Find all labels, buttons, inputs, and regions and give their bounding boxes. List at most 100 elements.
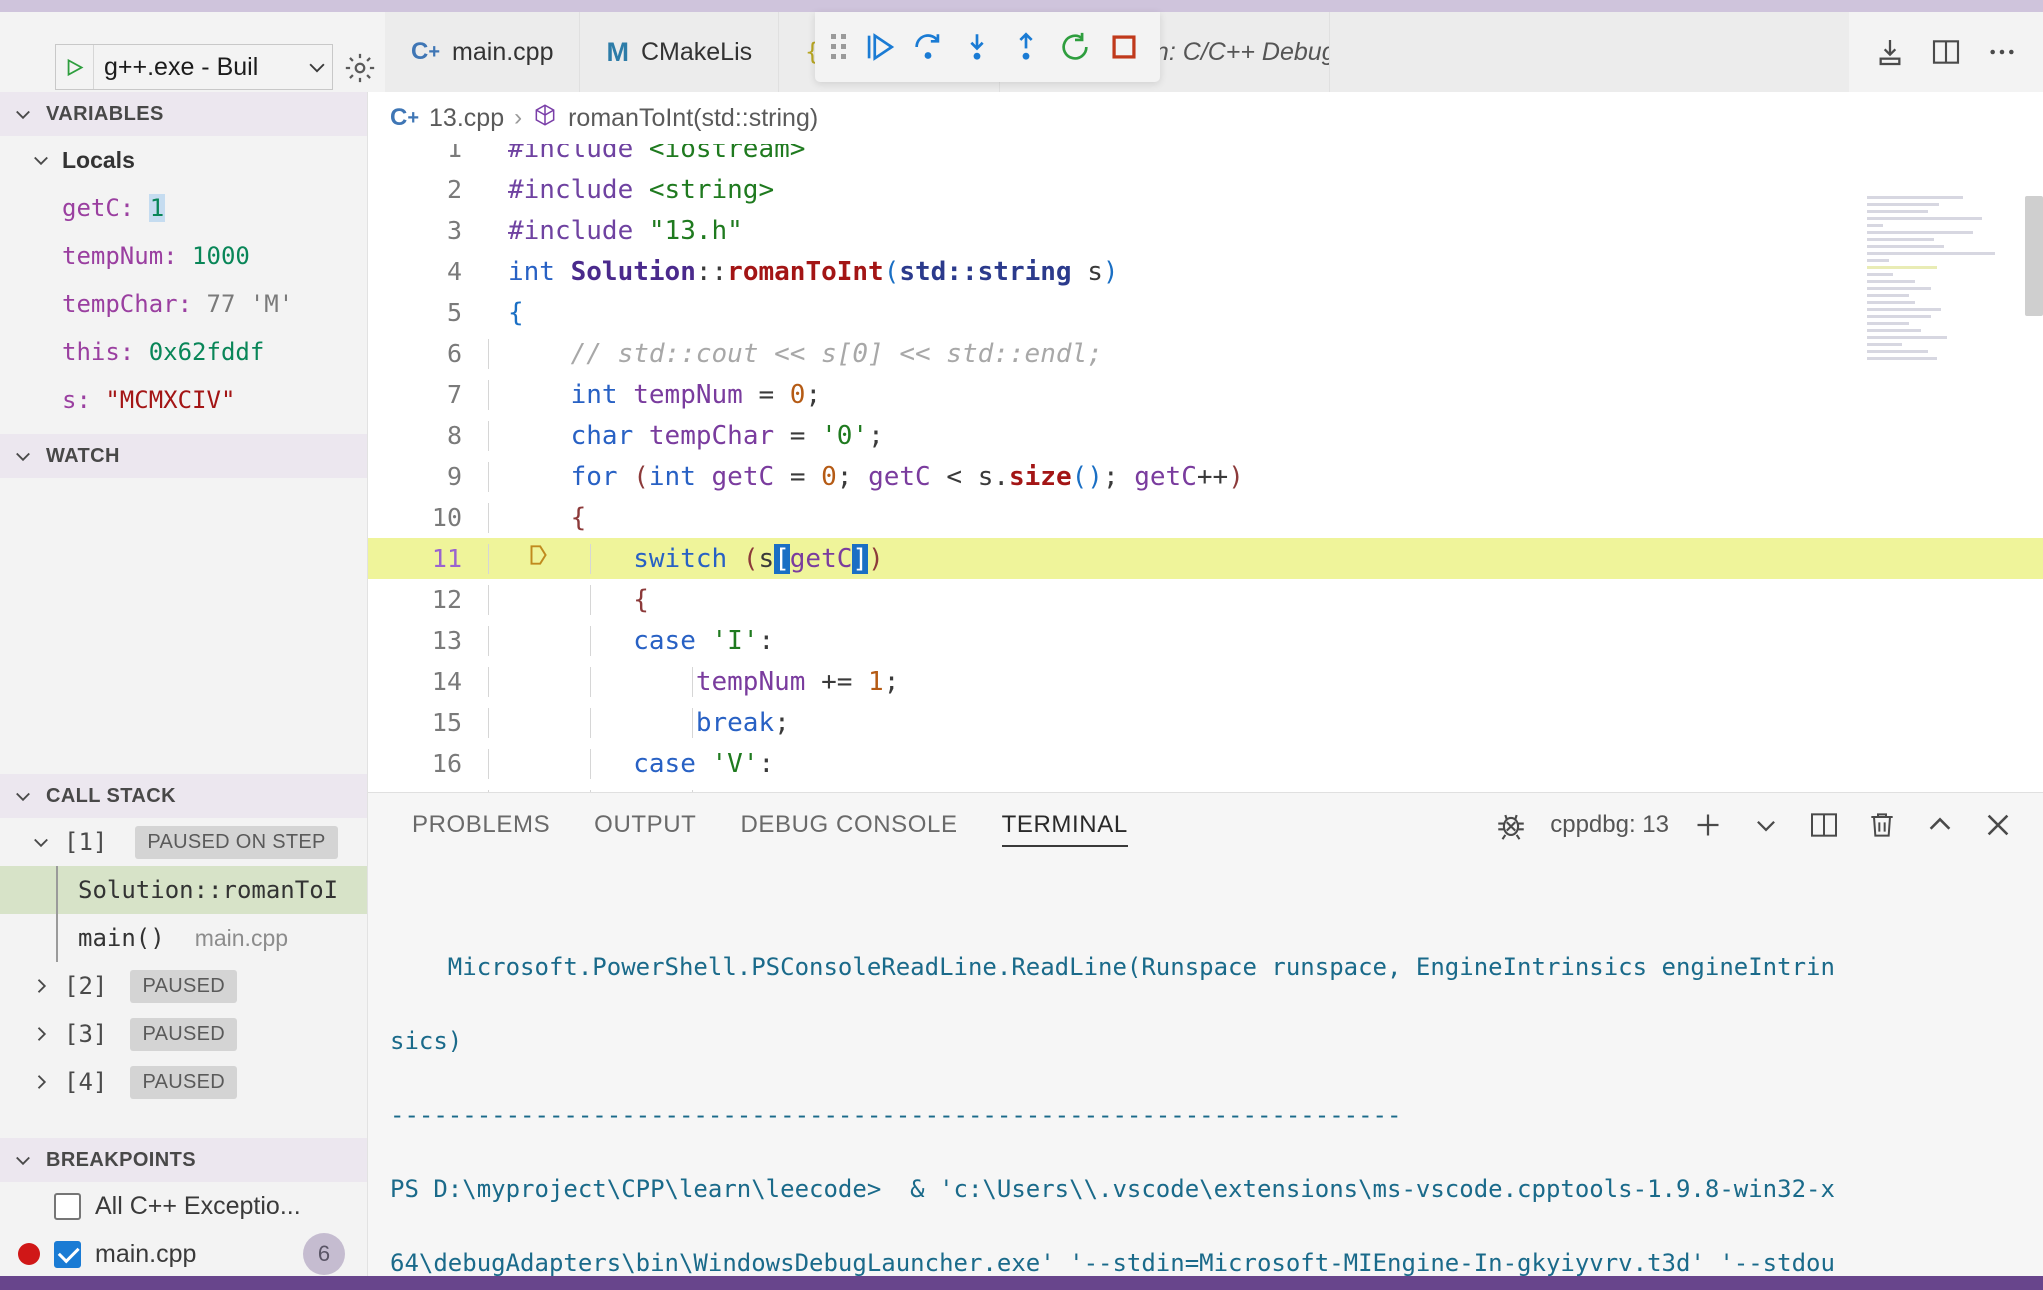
variable-row-this[interactable]: this: 0x62fddf: [0, 328, 367, 376]
chevron-down-icon: [10, 446, 36, 466]
tab-output[interactable]: OUTPUT: [572, 793, 718, 857]
step-into-icon[interactable]: [955, 22, 1000, 72]
code-line: 13 case 'I':: [368, 620, 2043, 661]
callstack-frame-main[interactable]: main() main.cpp: [0, 914, 367, 962]
callstack-section-header[interactable]: CALL STACK: [0, 774, 367, 818]
code-line: 17 if (tempChar == 'I'): [368, 784, 2043, 792]
thread-label: [1]: [64, 828, 108, 856]
code-line-current: 11 switch (s[getC]): [368, 538, 2043, 579]
variable-name: tempNum:: [62, 242, 178, 270]
chevron-down-icon: [28, 150, 54, 170]
run-and-debug-icon[interactable]: [1871, 33, 1909, 71]
breakpoint-checkbox[interactable]: [54, 1192, 81, 1220]
line-number: 13: [431, 626, 462, 655]
code-line: 5 {: [368, 292, 2043, 333]
variable-row-tempNum[interactable]: tempNum: 1000: [0, 232, 367, 280]
more-actions-icon[interactable]: [1983, 33, 2021, 71]
variables-section-header[interactable]: VARIABLES: [0, 92, 367, 136]
tab-cmakelists[interactable]: M CMakeLis: [580, 12, 780, 92]
breakpoint-line-number: 6: [303, 1233, 345, 1275]
launch-config-dropdown[interactable]: g++.exe - Buil: [55, 44, 333, 90]
chevron-down-icon: [28, 832, 54, 852]
callstack-thread-4[interactable]: [4] PAUSED: [0, 1058, 367, 1106]
scope-label: Locals: [62, 146, 135, 173]
code-line: 3 #include "13.h": [368, 210, 2043, 251]
tab-debug-console[interactable]: DEBUG CONSOLE: [718, 793, 979, 857]
frame-label: main(): [78, 924, 165, 952]
terminal-dropdown-icon[interactable]: [1747, 806, 1785, 844]
code-line: 14 tempNum += 1;: [368, 661, 2043, 702]
variable-row-getC[interactable]: getC: 1: [0, 184, 367, 232]
step-over-icon[interactable]: [906, 22, 951, 72]
chevron-right-icon: ›: [514, 104, 523, 131]
terminal-output[interactable]: Microsoft.PowerShell.PSConsoleReadLine.R…: [368, 857, 2043, 1276]
section-title: BREAKPOINTS: [46, 1148, 196, 1171]
callstack-thread-2[interactable]: [2] PAUSED: [0, 962, 367, 1010]
tab-problems[interactable]: PROBLEMS: [390, 793, 572, 857]
chevron-right-icon: [28, 1024, 54, 1044]
split-terminal-icon[interactable]: [1805, 806, 1843, 844]
line-number: 15: [431, 708, 462, 737]
stop-icon[interactable]: [1101, 22, 1146, 72]
code-line: 2 #include <string>: [368, 169, 2043, 210]
breakpoint-row-main-cpp[interactable]: main.cpp 6: [0, 1230, 367, 1276]
close-panel-icon[interactable]: [1979, 806, 2017, 844]
cpp-file-icon: C +: [411, 38, 441, 65]
editor-scrollbar[interactable]: [2025, 196, 2043, 316]
line-number: 1: [446, 144, 462, 163]
new-terminal-icon[interactable]: [1689, 806, 1727, 844]
breakpoint-dot-icon: [18, 1195, 40, 1217]
continue-icon[interactable]: [857, 22, 902, 72]
chevron-down-icon: [10, 786, 36, 806]
terminal-selector-label[interactable]: cppdbg: 13: [1550, 811, 1669, 839]
tab-main-cpp[interactable]: C + main.cpp: [385, 12, 581, 92]
frame-file: main.cpp: [194, 924, 289, 951]
breakpoint-label: main.cpp: [95, 1239, 197, 1268]
chevron-right-icon: [28, 976, 54, 996]
line-number: 11: [431, 544, 462, 573]
code-line: 15 break;: [368, 702, 2043, 743]
variable-row-s[interactable]: s: "MCMXCIV": [0, 376, 367, 424]
restart-icon[interactable]: [1052, 22, 1097, 72]
watch-section-header[interactable]: WATCH: [0, 434, 367, 478]
split-editor-icon[interactable]: [1927, 33, 1965, 71]
callstack-frame-romanToInt[interactable]: Solution::romanToI: [0, 866, 367, 914]
variables-scope-locals[interactable]: Locals: [0, 136, 367, 184]
code-line: 6 // std::cout << s[0] << std::endl;: [368, 333, 2043, 374]
kill-terminal-icon[interactable]: [1863, 806, 1901, 844]
debug-bug-icon: [1492, 806, 1530, 844]
tab-terminal[interactable]: TERMINAL: [980, 793, 1150, 857]
breakpoint-row-all-cpp-exceptions[interactable]: All C++ Exceptio...: [0, 1182, 367, 1230]
step-out-icon[interactable]: [1003, 22, 1048, 72]
callstack-thread-1[interactable]: [1] PAUSED ON STEP: [0, 818, 367, 866]
breadcrumb: C + 13.cpp › romanToInt(std::string): [368, 92, 2043, 144]
section-title: CALL STACK: [46, 784, 176, 807]
panel-tab-label: DEBUG CONSOLE: [740, 811, 958, 838]
breakpoints-section-header[interactable]: BREAKPOINTS: [0, 1138, 367, 1182]
drag-handle-icon[interactable]: [829, 32, 849, 62]
code-line: 1 #include <iostream>: [368, 144, 2043, 169]
callstack-thread-3[interactable]: [3] PAUSED: [0, 1010, 367, 1058]
variable-value: 0x62fddf: [148, 338, 265, 366]
variable-name: getC:: [62, 194, 135, 222]
breadcrumb-symbol[interactable]: romanToInt(std::string): [568, 104, 818, 133]
maximize-panel-icon[interactable]: [1921, 806, 1959, 844]
tabstrip-actions: [1849, 12, 2043, 92]
method-cube-icon: [532, 102, 558, 135]
variable-row-tempChar[interactable]: tempChar: 77 'M': [0, 280, 367, 328]
breakpoint-checkbox[interactable]: [54, 1240, 81, 1268]
line-number: 3: [446, 216, 462, 245]
line-number: 8: [446, 421, 462, 450]
breadcrumb-file[interactable]: 13.cpp: [429, 104, 504, 133]
indent-guide: [56, 866, 58, 914]
start-debugging-icon[interactable]: [56, 45, 94, 89]
gear-icon[interactable]: [340, 48, 380, 88]
indent-guide: [56, 914, 58, 962]
chevron-down-icon[interactable]: [302, 56, 332, 78]
code-area[interactable]: 1 #include <iostream> 2 #include <string…: [368, 144, 2043, 792]
line-number: 6: [446, 339, 462, 368]
bottom-panel: PROBLEMS OUTPUT DEBUG CONSOLE TERMINAL c…: [368, 792, 2043, 1276]
line-number: 12: [431, 585, 462, 614]
chevron-right-icon: [28, 1072, 54, 1092]
line-number: 5: [446, 298, 462, 327]
